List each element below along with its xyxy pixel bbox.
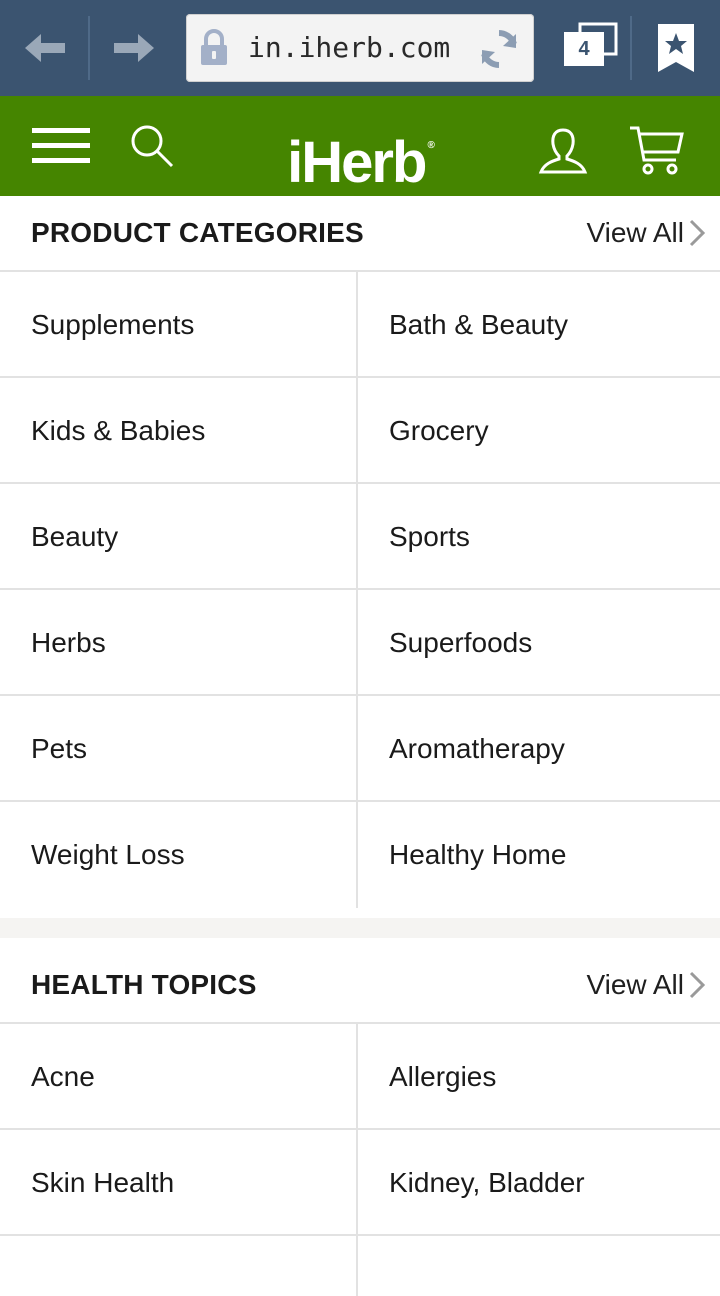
section-title: HEALTH TOPICS [31, 969, 257, 1000]
tab-count: 4 [578, 38, 590, 60]
category-item[interactable]: Sports [358, 484, 720, 590]
health-topics-grid: Acne Allergies Skin Health Kidney, Bladd… [0, 1024, 720, 1296]
url-text: in.iherb.com [248, 31, 451, 64]
hamburger-menu-icon [32, 128, 90, 163]
view-all-label: View All [586, 217, 684, 248]
address-bar[interactable]: in.iherb.com [186, 14, 534, 82]
browser-toolbar: in.iherb.com 4 [0, 0, 720, 97]
topic-item[interactable]: Kidney, Bladder [358, 1130, 720, 1236]
view-all-label: View All [586, 969, 684, 1000]
category-item[interactable]: Superfoods [358, 590, 720, 696]
category-item[interactable]: Beauty [0, 484, 358, 590]
product-categories-header: PRODUCT CATEGORIES View All [0, 196, 720, 272]
category-item[interactable]: Pets [0, 696, 358, 802]
category-item[interactable]: Herbs [0, 590, 358, 696]
view-all-link[interactable]: View All [586, 948, 706, 1022]
forward-button[interactable] [104, 18, 164, 78]
category-item[interactable]: Supplements [0, 272, 358, 378]
back-button[interactable] [15, 18, 75, 78]
topic-item[interactable]: Acne [0, 1024, 358, 1130]
topic-item[interactable] [358, 1236, 720, 1296]
cart-icon [630, 126, 684, 175]
lock-icon [201, 29, 227, 65]
search-button[interactable] [128, 122, 178, 177]
site-logo[interactable]: iHerb ® [287, 130, 435, 195]
site-header: iHerb ® [0, 96, 720, 196]
forward-arrow-icon [114, 34, 154, 62]
topic-item[interactable] [0, 1236, 358, 1296]
toolbar-divider [630, 16, 632, 80]
back-arrow-icon [25, 34, 65, 62]
section-title: PRODUCT CATEGORIES [31, 217, 364, 248]
toolbar-divider [88, 16, 90, 80]
menu-button[interactable] [32, 126, 90, 171]
topic-item[interactable]: Skin Health [0, 1130, 358, 1236]
account-button[interactable] [538, 126, 588, 181]
category-item[interactable]: Grocery [358, 378, 720, 484]
view-all-link[interactable]: View All [586, 196, 706, 270]
topic-item[interactable]: Allergies [358, 1024, 720, 1130]
logo-text: iHerb [287, 130, 427, 195]
chevron-right-icon [689, 219, 706, 246]
reload-icon[interactable] [476, 26, 522, 72]
category-item[interactable]: Bath & Beauty [358, 272, 720, 378]
bookmark-star-icon [658, 24, 694, 72]
chevron-right-icon [689, 971, 706, 998]
section-divider [0, 918, 720, 938]
bookmark-button[interactable] [652, 22, 700, 78]
logo-container: iHerb ® [0, 96, 720, 196]
search-icon [131, 125, 174, 168]
health-topics-header: HEALTH TOPICS View All [0, 948, 720, 1024]
category-item[interactable]: Kids & Babies [0, 378, 358, 484]
cart-button[interactable] [628, 124, 684, 183]
category-item[interactable]: Healthy Home [358, 802, 720, 908]
category-item[interactable]: Aromatherapy [358, 696, 720, 802]
logo-registered-mark: ® [427, 140, 435, 151]
category-item[interactable]: Weight Loss [0, 802, 358, 908]
account-icon [538, 128, 588, 174]
tabs-button[interactable]: 4 [560, 20, 620, 76]
product-categories-grid: Supplements Bath & Beauty Kids & Babies … [0, 272, 720, 908]
